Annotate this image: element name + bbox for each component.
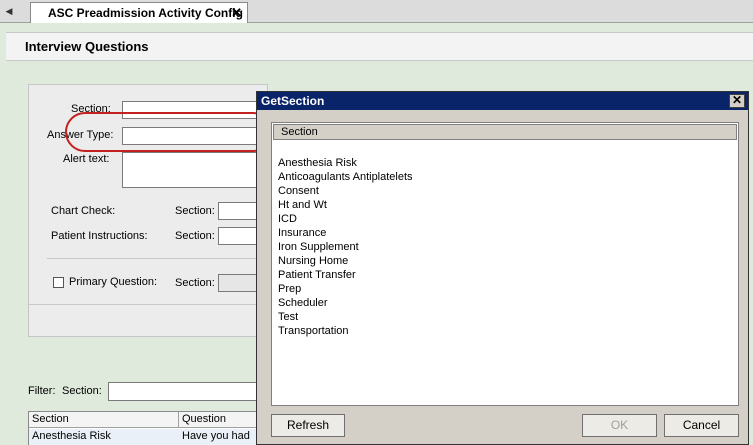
list-item[interactable]: Anesthesia Risk <box>278 156 413 170</box>
divider <box>29 304 269 305</box>
questions-grid: Section Question Anesthesia Risk Have yo… <box>28 411 269 445</box>
divider <box>47 258 269 259</box>
filter-section-label: Section: <box>62 385 102 397</box>
section-list-header[interactable]: Section <box>273 124 737 140</box>
list-item[interactable]: Test <box>278 310 413 324</box>
list-item[interactable]: Scheduler <box>278 296 413 310</box>
page-header: Interview Questions <box>6 32 753 61</box>
refresh-button[interactable]: Refresh <box>271 414 345 437</box>
chart-check-section-label: Section: <box>175 205 215 217</box>
get-section-dialog: GetSection ✕ Section Anesthesia Risk Ant… <box>256 91 749 445</box>
list-item[interactable]: Prep <box>278 282 413 296</box>
ok-button[interactable]: OK <box>582 414 657 437</box>
tab-label: ASC Preadmission Activity Config <box>48 6 243 20</box>
list-item[interactable]: Nursing Home <box>278 254 413 268</box>
list-item[interactable]: Ht and Wt <box>278 198 413 212</box>
section-list[interactable]: Section Anesthesia Risk Anticoagulants A… <box>271 122 739 406</box>
tab-asc-preadmission[interactable]: ASC Preadmission Activity Config ✕ <box>30 2 248 24</box>
dialog-close-icon[interactable]: ✕ <box>729 94 745 108</box>
filter-section-input[interactable] <box>108 382 268 401</box>
filter-label: Filter: <box>28 385 56 397</box>
tab-bar: ◀ ASC Preadmission Activity Config ✕ <box>0 0 753 24</box>
primary-question-section-label: Section: <box>175 277 215 289</box>
list-item[interactable]: Anticoagulants Antiplatelets <box>278 170 413 184</box>
patient-instructions-label: Patient Instructions: <box>51 230 148 242</box>
dialog-titlebar: GetSection ✕ <box>257 92 748 110</box>
table-cell-question[interactable]: Have you had <box>179 429 267 445</box>
page-title: Interview Questions <box>25 39 149 54</box>
list-item[interactable]: Insurance <box>278 226 413 240</box>
chart-check-label: Chart Check: <box>51 205 116 217</box>
tab-close-icon[interactable]: ✕ <box>231 5 242 21</box>
column-header-section[interactable]: Section <box>29 412 179 428</box>
table-cell-section[interactable]: Anesthesia Risk <box>29 429 179 445</box>
cancel-button[interactable]: Cancel <box>664 414 739 437</box>
list-item[interactable]: Iron Supplement <box>278 240 413 254</box>
primary-question-label: Primary Question: <box>69 276 158 288</box>
section-highlight-annotation <box>65 112 273 152</box>
alert-text-area[interactable] <box>122 152 272 188</box>
list-item[interactable]: Transportation <box>278 324 413 338</box>
list-item[interactable]: Patient Transfer <box>278 268 413 282</box>
patient-instructions-section-label: Section: <box>175 230 215 242</box>
list-item[interactable]: ICD <box>278 212 413 226</box>
dialog-title: GetSection <box>261 94 325 108</box>
tab-scroll-left-icon[interactable]: ◀ <box>2 4 16 19</box>
section-list-items: Anesthesia Risk Anticoagulants Antiplate… <box>278 156 413 338</box>
primary-question-checkbox[interactable] <box>53 277 64 288</box>
alert-text-label: Alert text: <box>63 153 110 165</box>
list-item[interactable]: Consent <box>278 184 413 198</box>
